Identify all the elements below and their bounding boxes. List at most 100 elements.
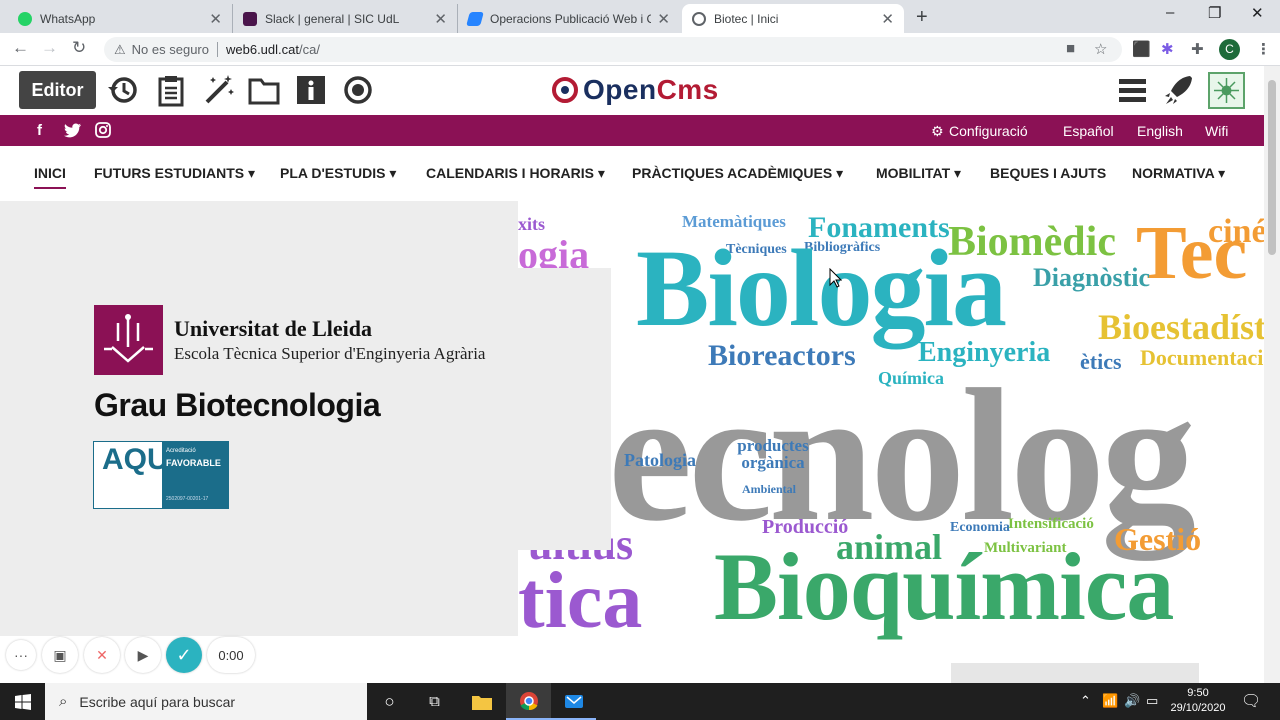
- camera-blocked-icon[interactable]: ■: [1066, 40, 1075, 57]
- start-button[interactable]: [0, 683, 45, 720]
- more-options-button[interactable]: ···: [6, 640, 36, 670]
- chevron-down-icon: ▾: [597, 165, 605, 181]
- folder-icon[interactable]: [247, 73, 281, 107]
- rocket-icon[interactable]: [1162, 73, 1196, 107]
- menu-kebab-icon[interactable]: ⋮: [1256, 40, 1271, 58]
- close-icon[interactable]: ✕: [209, 10, 222, 28]
- config-link[interactable]: Configuració: [949, 123, 1028, 139]
- hero-banner: xits ogia Matemàtiques Fonaments Biomèdi…: [0, 201, 1264, 683]
- whatsapp-icon: [18, 11, 32, 26]
- badge-line1: Acreditació: [166, 448, 196, 454]
- chevron-up-icon[interactable]: ⌃: [1080, 693, 1091, 709]
- tab-whatsapp[interactable]: WhatsApp ✕: [8, 4, 233, 33]
- chrome-taskbar-button[interactable]: [506, 683, 551, 720]
- notifications-icon[interactable]: 🗨: [1241, 691, 1261, 711]
- opencms-toolbar: Editor OpenCms: [0, 66, 1264, 115]
- profile-avatar[interactable]: C: [1219, 39, 1240, 60]
- udl-emblem-icon: [104, 314, 153, 363]
- hamburger-menu-icon[interactable]: [1116, 73, 1150, 107]
- close-icon[interactable]: ✕: [881, 10, 894, 28]
- social-bar: f ⚙ Configuració Español English Wifi: [0, 115, 1264, 146]
- close-icon[interactable]: ✕: [434, 10, 447, 28]
- reload-icon[interactable]: ↻: [72, 38, 86, 58]
- security-label: No es seguro: [131, 42, 209, 57]
- clipboard-icon[interactable]: [154, 73, 188, 107]
- star-icon[interactable]: ☆: [1094, 40, 1107, 58]
- record-target-icon[interactable]: [341, 73, 375, 107]
- nav-item-futurs-estudiants[interactable]: FUTURS ESTUDIANTS ▾: [94, 165, 255, 182]
- instagram-icon[interactable]: [95, 122, 111, 138]
- aqu-letters: AQU: [94, 442, 169, 508]
- gear-icon[interactable]: ⚙: [931, 123, 944, 140]
- browser-tab-strip: WhatsApp ✕ Slack | general | SIC UdL ✕ O…: [0, 0, 1280, 33]
- cloud-word: Biologia: [636, 227, 1007, 349]
- degree-title: Grau Biotecnologia: [94, 387, 381, 423]
- nav-item-mobilitat[interactable]: MOBILITAT ▾: [876, 165, 961, 182]
- twitter-icon[interactable]: [64, 123, 81, 138]
- battery-icon[interactable]: ▭: [1146, 693, 1158, 709]
- network-icon[interactable]: 📶: [1102, 693, 1118, 709]
- pause-resume-button[interactable]: ▶: [125, 637, 161, 673]
- chevron-down-icon: ▾: [954, 165, 962, 181]
- lang-english-link[interactable]: English: [1137, 123, 1183, 139]
- opencms-logo-text: OpenCms: [583, 74, 719, 105]
- site-favicon-button[interactable]: [1208, 72, 1245, 109]
- nav-item-pla-estudis[interactable]: PLA D'ESTUDIS ▾: [280, 165, 396, 182]
- nav-item-practiques[interactable]: PRÀCTIQUES ACADÈMIQUES ▾: [632, 165, 843, 182]
- new-tab-button[interactable]: +: [916, 6, 928, 29]
- restore-button[interactable]: ❐: [1208, 4, 1221, 22]
- aqu-accreditation-badge[interactable]: AQU Acreditació FAVORABLE 2502097-00201-…: [93, 441, 229, 509]
- close-icon[interactable]: ✕: [657, 10, 670, 28]
- search-placeholder: Escribe aquí para buscar: [79, 693, 236, 710]
- nav-item-calendaris[interactable]: CALENDARIS I HORARIS ▾: [426, 165, 605, 182]
- extensions-puzzle-icon[interactable]: ✚: [1191, 40, 1204, 58]
- back-icon[interactable]: ←: [12, 38, 29, 58]
- nav-item-beques[interactable]: BEQUES I AJUTS: [990, 165, 1106, 181]
- opencms-logo-icon: [552, 77, 578, 103]
- chevron-down-icon: ▾: [248, 165, 256, 181]
- wifi-link[interactable]: Wifi: [1205, 123, 1228, 139]
- volume-icon[interactable]: 🔊: [1124, 693, 1140, 709]
- address-bar[interactable]: ⚠ No es seguro web6.udl.cat/ca/: [104, 37, 1122, 62]
- circle-icon: ○: [384, 691, 395, 711]
- globe-icon: [692, 11, 706, 26]
- extension-color-icon[interactable]: ✱: [1161, 40, 1174, 58]
- file-explorer-button[interactable]: [459, 683, 504, 720]
- info-icon[interactable]: [294, 73, 328, 107]
- nav-item-normativa[interactable]: NORMATIVA ▾: [1132, 165, 1225, 182]
- task-view-button[interactable]: ⧉: [412, 683, 457, 720]
- tab-title: Operacions Publicació Web i Con: [490, 11, 652, 26]
- facebook-icon[interactable]: f: [37, 122, 42, 139]
- finish-recording-button[interactable]: ✓: [166, 637, 202, 673]
- forward-icon[interactable]: →: [41, 38, 58, 58]
- discard-button[interactable]: ✕: [84, 637, 120, 673]
- cloud-word: xits: [518, 214, 545, 234]
- editor-button[interactable]: Editor: [19, 71, 96, 109]
- history-icon[interactable]: [106, 73, 140, 107]
- warning-icon[interactable]: ⚠: [114, 42, 126, 58]
- opencms-logo: OpenCms: [551, 71, 719, 109]
- webcam-toggle-button[interactable]: ▣: [42, 637, 78, 673]
- main-nav: INICI FUTURS ESTUDIANTS ▾ PLA D'ESTUDIS …: [0, 146, 1264, 201]
- tab-biotec[interactable]: Biotec | Inici ✕: [682, 4, 904, 33]
- app-taskbar-button[interactable]: [551, 683, 596, 720]
- scrollbar-thumb[interactable]: [1268, 80, 1276, 255]
- screen-recorder-widget: ··· ▣ ✕ ▶ ✓ 0:00: [6, 637, 258, 673]
- tab-operacions[interactable]: Operacions Publicació Web i Con ✕: [458, 4, 680, 33]
- word-cloud-image: xits ogia Matemàtiques Fonaments Biomèdi…: [518, 211, 1264, 642]
- taskbar-clock[interactable]: 9:50 29/10/2020: [1166, 686, 1230, 716]
- cortana-button[interactable]: ○: [367, 683, 412, 720]
- taskbar-search-box[interactable]: ⌕ Escribe aquí para buscar: [45, 683, 367, 720]
- acrobat-icon[interactable]: ⬛: [1132, 40, 1151, 58]
- magic-wand-icon[interactable]: [201, 73, 235, 107]
- nav-item-inici[interactable]: INICI: [34, 165, 66, 189]
- chevron-down-icon: ▾: [836, 165, 844, 181]
- tab-slack[interactable]: Slack | general | SIC UdL ✕: [233, 4, 458, 33]
- minimize-button[interactable]: –: [1166, 4, 1174, 21]
- browser-toolbar: ← → ↻ ⚠ No es seguro web6.udl.cat/ca/ ■ …: [0, 33, 1280, 66]
- cloud-word: Patologia: [624, 450, 696, 470]
- cloud-word: Ambiental: [742, 482, 796, 496]
- lang-espanol-link[interactable]: Español: [1063, 123, 1114, 139]
- window-close-button[interactable]: ✕: [1251, 4, 1264, 22]
- tab-title: WhatsApp: [40, 11, 96, 26]
